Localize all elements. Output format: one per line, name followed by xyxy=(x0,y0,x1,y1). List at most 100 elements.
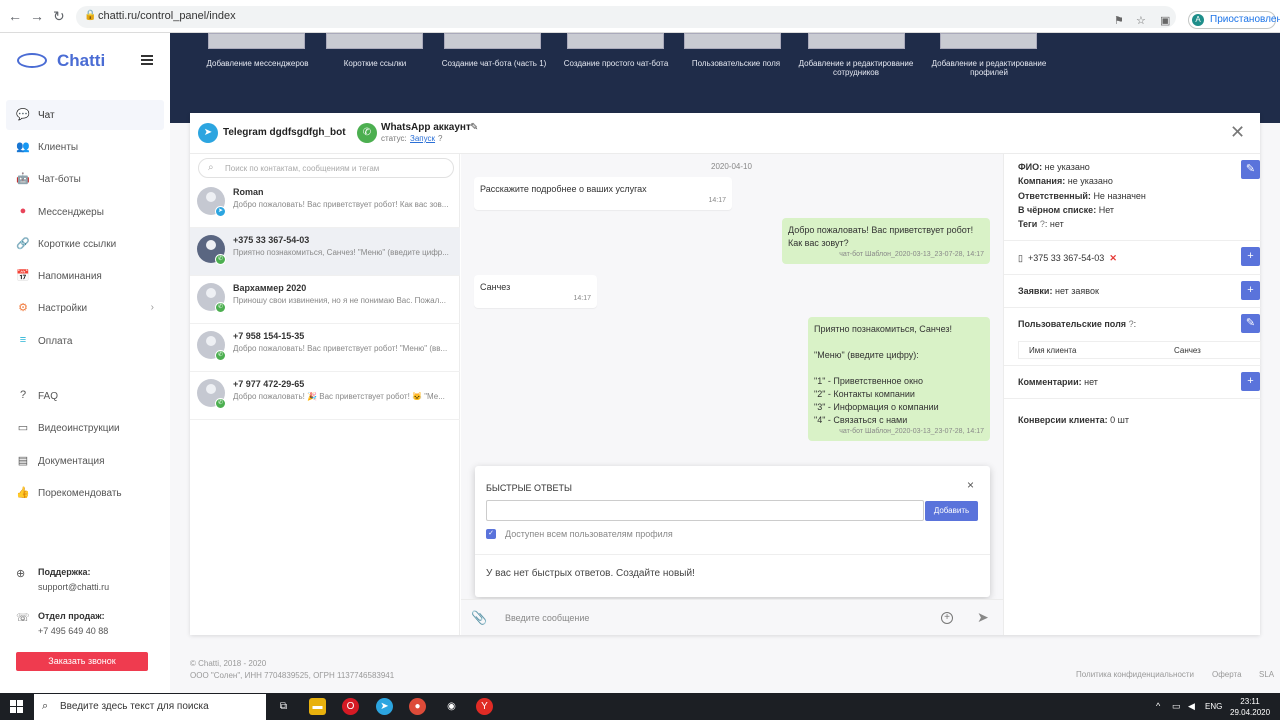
order-call-button[interactable]: Заказать звонок xyxy=(16,652,148,671)
help-icon[interactable]: ? xyxy=(1040,219,1045,229)
sidebar-item-reminders[interactable]: 📅 Напоминания xyxy=(6,261,164,291)
whatsapp-icon: ✆ xyxy=(215,254,226,265)
extension-icon[interactable]: ▣ xyxy=(1160,14,1170,27)
list-item[interactable]: ➤ Roman Добро пожаловать! Вас приветству… xyxy=(190,180,460,228)
chrome-icon[interactable]: ● xyxy=(409,698,426,715)
search-input[interactable]: ⌕ Поиск по контактам, сообщениям и тегам xyxy=(198,158,454,178)
telegram-bot-name[interactable]: Telegram dgdfsgdfgh_bot xyxy=(223,127,346,138)
reload-icon[interactable]: ↻ xyxy=(53,8,65,25)
support-email[interactable]: support@chatti.ru xyxy=(38,582,109,592)
edit-icon[interactable]: ✎ xyxy=(470,122,478,133)
sidebar-item-payment[interactable]: ≡ Оплата xyxy=(6,326,164,356)
responsible-label: Ответственный: xyxy=(1018,191,1091,201)
list-item[interactable]: ✆ Вархаммер 2020 Приношу свои извинения,… xyxy=(190,276,460,324)
contact-preview: Добро пожаловать! 🎉 Вас приветствует роб… xyxy=(233,392,445,401)
send-icon[interactable]: ➤ xyxy=(977,609,989,626)
tutorial-label[interactable]: Добавление и редактирование сотрудников xyxy=(796,59,916,77)
delete-icon[interactable]: ✕ xyxy=(1109,253,1117,263)
message-input[interactable]: Введите сообщение xyxy=(505,613,589,623)
tutorial-thumbnail[interactable] xyxy=(567,33,664,49)
divider xyxy=(1004,274,1261,275)
url-text: chatti.ru/control_panel/index xyxy=(98,10,236,22)
tutorial-thumbnail[interactable] xyxy=(208,33,305,49)
add-phone-button[interactable]: + xyxy=(1241,247,1260,266)
shared-checkbox[interactable]: ✓ xyxy=(486,529,496,539)
sidebar-item-label: Чат-боты xyxy=(38,174,81,185)
sidebar-item-faq[interactable]: ? FAQ xyxy=(6,381,164,411)
tutorial-thumbnail[interactable] xyxy=(940,33,1037,49)
quick-reply-input[interactable] xyxy=(486,500,924,521)
tutorial-thumbnail[interactable] xyxy=(684,33,781,49)
list-item[interactable]: ✆ +7 977 472-29-65 Добро пожаловать! 🎉 В… xyxy=(190,372,460,420)
yandex-icon[interactable]: Y xyxy=(476,698,493,715)
privacy-link[interactable]: Политика конфиденциальности xyxy=(1076,670,1194,679)
comments-row: Комментарии: нет xyxy=(1018,377,1098,387)
profile-button[interactable]: A Приостановлена xyxy=(1188,11,1280,29)
volume-icon[interactable]: ◀ xyxy=(1188,701,1195,712)
tutorial-thumbnail[interactable] xyxy=(808,33,905,49)
language-indicator[interactable]: ENG xyxy=(1205,702,1222,711)
tutorial-label[interactable]: Создание чат-бота (часть 1) xyxy=(432,59,556,68)
back-icon[interactable]: ← xyxy=(8,8,22,24)
close-icon[interactable]: × xyxy=(967,478,974,492)
tutorial-thumbnail[interactable] xyxy=(326,33,423,49)
offer-link[interactable]: Оферта xyxy=(1212,670,1242,679)
menu-toggle-icon[interactable] xyxy=(141,55,153,65)
sla-link[interactable]: SLA xyxy=(1259,670,1274,679)
sidebar-item-label: Настройки xyxy=(38,303,88,314)
tutorial-label[interactable]: Добавление и редактирование профилей xyxy=(926,59,1052,77)
tutorial-thumbnail[interactable] xyxy=(444,33,541,49)
translate-icon[interactable]: ⚑ xyxy=(1114,14,1124,27)
sidebar-item-settings[interactable]: ⚙ Настройки › xyxy=(6,293,164,323)
tutorial-label[interactable]: Добавление мессенджеров xyxy=(200,59,315,68)
company-value: не указано xyxy=(1067,176,1113,186)
star-icon[interactable]: ☆ xyxy=(1136,14,1146,27)
search-icon: ⌕ xyxy=(208,162,214,173)
search-placeholder: Поиск по контактам, сообщениям и тегам xyxy=(225,164,380,173)
sidebar-item-clients[interactable]: 👥 Клиенты xyxy=(6,132,164,162)
logo[interactable]: Chatti xyxy=(17,51,105,71)
close-icon[interactable]: ✕ xyxy=(1230,122,1245,143)
help-icon[interactable]: ? xyxy=(438,134,442,143)
task-view-icon[interactable]: ⧉ xyxy=(275,698,292,715)
sidebar-item-recommend[interactable]: 👍 Порекомендовать xyxy=(6,478,164,508)
sidebar-item-video[interactable]: ▭ Видеоинструкции xyxy=(6,413,164,443)
help-icon[interactable]: ? xyxy=(1129,319,1134,329)
sidebar-item-docs[interactable]: ▤ Документация xyxy=(6,446,164,476)
sidebar-item-messengers[interactable]: ● Мессенджеры xyxy=(6,197,164,227)
attachment-icon[interactable]: 📎 xyxy=(471,610,487,626)
telegram-icon[interactable]: ➤ xyxy=(376,698,393,715)
tray-chevron-icon[interactable]: ^ xyxy=(1156,701,1160,711)
windows-start-icon[interactable] xyxy=(10,700,23,713)
opera-icon[interactable]: O xyxy=(342,698,359,715)
status-link[interactable]: Запуск xyxy=(410,134,435,143)
system-clock[interactable]: 23:11 29.04.2020 xyxy=(1230,696,1270,718)
sales-phone[interactable]: +7 495 649 40 88 xyxy=(38,626,108,636)
address-bar[interactable]: 🔒 chatti.ru/control_panel/index xyxy=(76,6,1176,28)
conversions-value: 0 шт xyxy=(1110,415,1130,425)
sidebar-item-label: Клиенты xyxy=(38,142,79,153)
divider xyxy=(475,554,990,555)
network-icon[interactable]: ▭ xyxy=(1172,701,1181,712)
file-explorer-icon[interactable]: ▬ xyxy=(309,698,326,715)
sidebar-item-short-links[interactable]: 🔗 Короткие ссылки xyxy=(6,229,164,259)
add-comment-button[interactable]: + xyxy=(1241,372,1260,391)
quick-reply-add-icon[interactable]: + xyxy=(941,612,953,624)
list-item[interactable]: ✆ +375 33 367-54-03 Приятно познакомитьс… xyxy=(190,228,460,276)
date-divider: 2020-04-10 xyxy=(711,162,752,171)
whatsapp-account-title[interactable]: WhatsApp аккаунт xyxy=(381,122,471,133)
obs-icon[interactable]: ◉ xyxy=(443,698,460,715)
sidebar-item-chatbots[interactable]: 🤖 Чат-боты xyxy=(6,164,164,194)
edit-profile-button[interactable]: ✎ xyxy=(1241,160,1260,179)
tutorial-label[interactable]: Создание простого чат-бота xyxy=(556,59,676,68)
edit-custom-fields-button[interactable]: ✎ xyxy=(1241,314,1260,333)
list-item[interactable]: ✆ +7 958 154-15-35 Добро пожаловать! Вас… xyxy=(190,324,460,372)
tutorial-label[interactable]: Пользовательские поля xyxy=(676,59,796,68)
message-meta: чат-бот Шаблон_2020-03-13_23-07-28, 14:1… xyxy=(839,251,984,258)
tutorial-label[interactable]: Короткие ссылки xyxy=(315,59,435,68)
forward-icon[interactable]: → xyxy=(30,8,44,24)
add-request-button[interactable]: + xyxy=(1241,281,1260,300)
sidebar-item-chat[interactable]: 💬 Чат xyxy=(6,100,164,130)
add-button[interactable]: Добавить xyxy=(925,501,978,521)
taskbar-search[interactable]: ⌕ Введите здесь текст для поиска xyxy=(34,694,266,720)
